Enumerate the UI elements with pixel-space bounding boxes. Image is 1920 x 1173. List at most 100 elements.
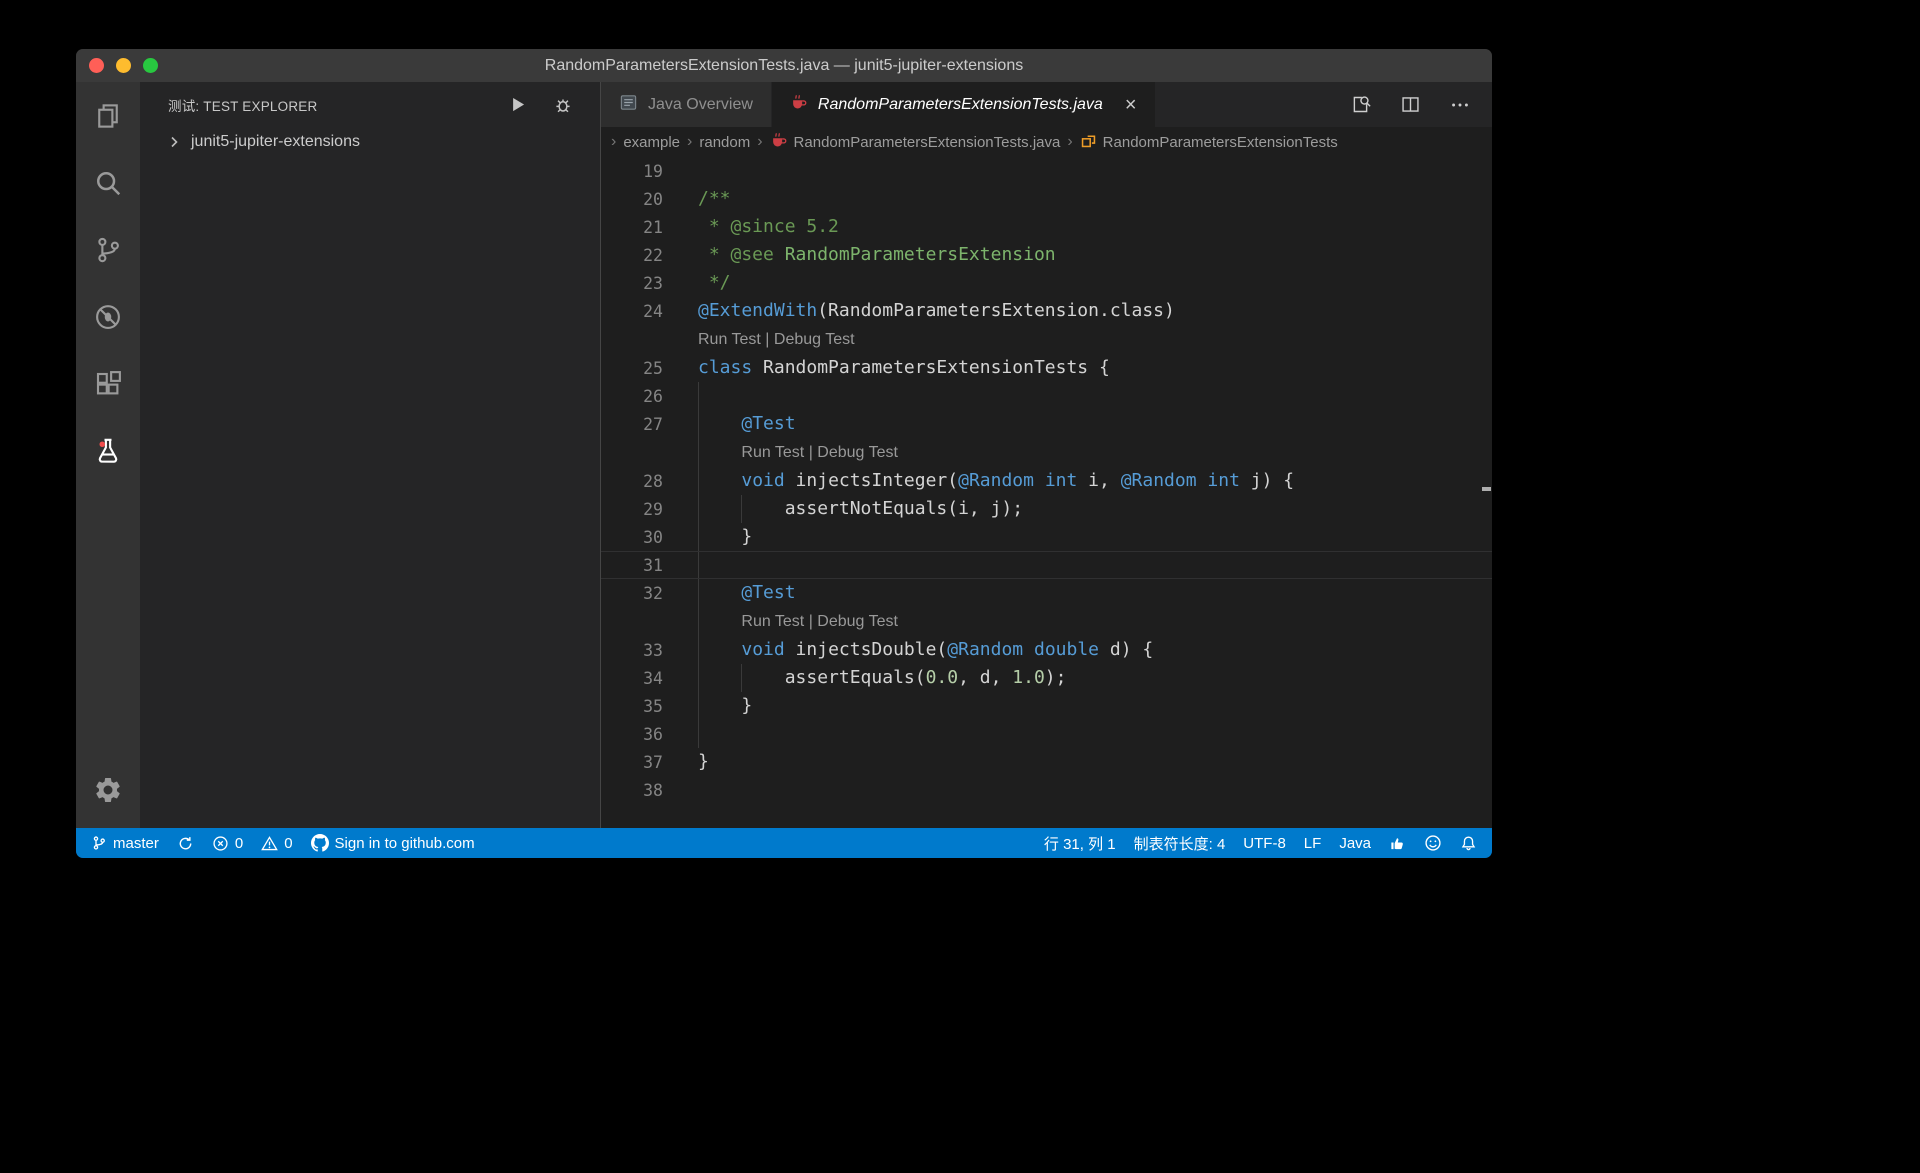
close-window-button[interactable] (89, 58, 104, 73)
close-tab-icon[interactable]: × (1125, 95, 1137, 115)
debug-test-link[interactable]: Debug Test (817, 613, 898, 630)
notifications[interactable] (1451, 828, 1486, 858)
activity-item-explorer[interactable] (76, 82, 140, 149)
code-line-22[interactable]: 22 * @see RandomParametersExtension (601, 241, 1492, 269)
run-test-link[interactable]: Run Test (741, 444, 804, 461)
line-number: 21 (601, 218, 663, 237)
language-mode[interactable]: Java (1330, 828, 1380, 858)
debug-all-tests-button[interactable] (550, 92, 576, 118)
more-actions-button[interactable] (1448, 93, 1472, 117)
breadcrumb-item[interactable]: example (623, 134, 680, 151)
encoding-status[interactable]: UTF-8 (1234, 828, 1295, 858)
code-line-20[interactable]: 20/** (601, 185, 1492, 213)
github-signin[interactable]: Sign in to github.com (302, 828, 484, 858)
feedback[interactable] (1415, 828, 1451, 858)
code-line-21[interactable]: 21 * @since 5.2 (601, 213, 1492, 241)
run-test-link[interactable]: Run Test (741, 613, 804, 630)
code-line-32[interactable]: 32 @Test (601, 579, 1492, 607)
activity-item-debug[interactable] (76, 283, 140, 350)
tree-item[interactable]: junit5-jupiter-extensions (140, 127, 600, 157)
thumbsup-icon (1389, 835, 1406, 852)
search-editor-icon (1350, 94, 1371, 115)
run-test-link[interactable]: Run Test (698, 331, 761, 348)
open-changes-button[interactable] (1348, 93, 1372, 117)
minimize-window-button[interactable] (116, 58, 131, 73)
sidebar-actions (504, 92, 576, 118)
code-line-24[interactable]: 24 @ExtendWith(RandomParametersExtension.… (601, 297, 1492, 325)
code-line-37[interactable]: 37} (601, 748, 1492, 776)
sidebar-header: 测试: TEST EXPLORER (140, 82, 600, 127)
code-line-30[interactable]: 30 } (601, 523, 1492, 551)
breadcrumb-item[interactable]: RandomParametersExtensionTests.java (770, 131, 1061, 153)
git-branch-small-icon (91, 835, 107, 851)
source-control-icon (93, 235, 123, 265)
code-line-23[interactable]: 23 */ (601, 269, 1492, 297)
code-text: @ExtendWith(RandomParametersExtension.cl… (698, 297, 1175, 325)
code-text: assertNotEquals(i, j); (698, 495, 1023, 523)
breadcrumb-label: RandomParametersExtensionTests (1103, 134, 1338, 151)
code-line-36[interactable]: 36 (601, 720, 1492, 748)
code-line-35[interactable]: 35 } (601, 692, 1492, 720)
error-count[interactable]: 0 (203, 828, 252, 858)
sync-status[interactable] (168, 828, 203, 858)
warning-count[interactable]: 0 (252, 828, 301, 858)
breadcrumb-item[interactable]: RandomParametersExtensionTests (1080, 132, 1338, 153)
code-line-25[interactable]: 25class RandomParametersExtensionTests { (601, 354, 1492, 382)
code-line-27[interactable]: 27 @Test (601, 410, 1492, 438)
indent-guide (698, 607, 699, 636)
encoding-status-label: UTF-8 (1243, 835, 1286, 852)
debug-test-link[interactable]: Debug Test (774, 331, 855, 348)
window-controls (89, 49, 158, 82)
code-line-28[interactable]: 28 void injectsInteger(@Random int i, @R… (601, 467, 1492, 495)
tab-randomparametersextensiontests-java[interactable]: RandomParametersExtensionTests.java× (772, 82, 1155, 127)
indent-guide (698, 636, 699, 664)
line-number: 31 (601, 556, 663, 575)
line-number: 36 (601, 725, 663, 744)
line-number: 26 (601, 387, 663, 406)
window-title: RandomParametersExtensionTests.java — ju… (545, 57, 1023, 75)
code-line-33[interactable]: 33 void injectsDouble(@Random double d) … (601, 636, 1492, 664)
error-icon (212, 835, 229, 852)
split-editor-button[interactable] (1398, 93, 1422, 117)
activity-item-source-control[interactable] (76, 216, 140, 283)
activity-item-test-explorer[interactable] (76, 417, 140, 484)
indentation-status[interactable]: 制表符长度: 4 (1125, 828, 1235, 858)
breadcrumb-label: example (623, 134, 680, 151)
indent-guide (741, 664, 742, 692)
eol-status[interactable]: LF (1295, 828, 1331, 858)
indent-guide (698, 467, 699, 495)
line-number: 27 (601, 415, 663, 434)
java-server-status[interactable] (1380, 828, 1415, 858)
line-number: 24 (601, 302, 663, 321)
java-overview-icon (619, 93, 638, 117)
indent-guide (698, 410, 699, 438)
code-line-19[interactable]: 19 (601, 157, 1492, 185)
cursor-position[interactable]: 行 31, 列 1 (1035, 828, 1125, 858)
activity-item-settings[interactable] (76, 752, 140, 828)
tab-java-overview[interactable]: Java Overview (601, 82, 772, 127)
code-line-29[interactable]: 29 assertNotEquals(i, j); (601, 495, 1492, 523)
branch-status[interactable]: master (82, 828, 168, 858)
split-editor-icon (1400, 94, 1421, 115)
line-number: 38 (601, 781, 663, 800)
warning-icon (261, 835, 278, 852)
activity-item-extensions[interactable] (76, 350, 140, 417)
code-line-38[interactable]: 38 (601, 776, 1492, 804)
breadcrumb-item[interactable]: random (699, 134, 750, 151)
code-line-31[interactable]: 31 (601, 551, 1492, 579)
zoom-window-button[interactable] (143, 58, 158, 73)
run-all-tests-button[interactable] (504, 92, 530, 118)
indent-guide (698, 664, 699, 692)
status-bar: master00Sign in to github.com 行 31, 列 1制… (76, 828, 1492, 858)
code-line-26[interactable]: 26 (601, 382, 1492, 410)
codelens-separator: | (804, 444, 817, 461)
code-editor[interactable]: 1920/**21 * @since 5.222 * @see RandomPa… (601, 157, 1492, 828)
titlebar[interactable]: RandomParametersExtensionTests.java — ju… (76, 49, 1492, 82)
activity-item-search[interactable] (76, 149, 140, 216)
search-icon (93, 168, 123, 198)
breadcrumb-label: random (699, 134, 750, 151)
debug-bug-icon (552, 94, 574, 116)
code-text: @Test (698, 579, 796, 607)
debug-test-link[interactable]: Debug Test (817, 444, 898, 461)
code-line-34[interactable]: 34 assertEquals(0.0, d, 1.0); (601, 664, 1492, 692)
